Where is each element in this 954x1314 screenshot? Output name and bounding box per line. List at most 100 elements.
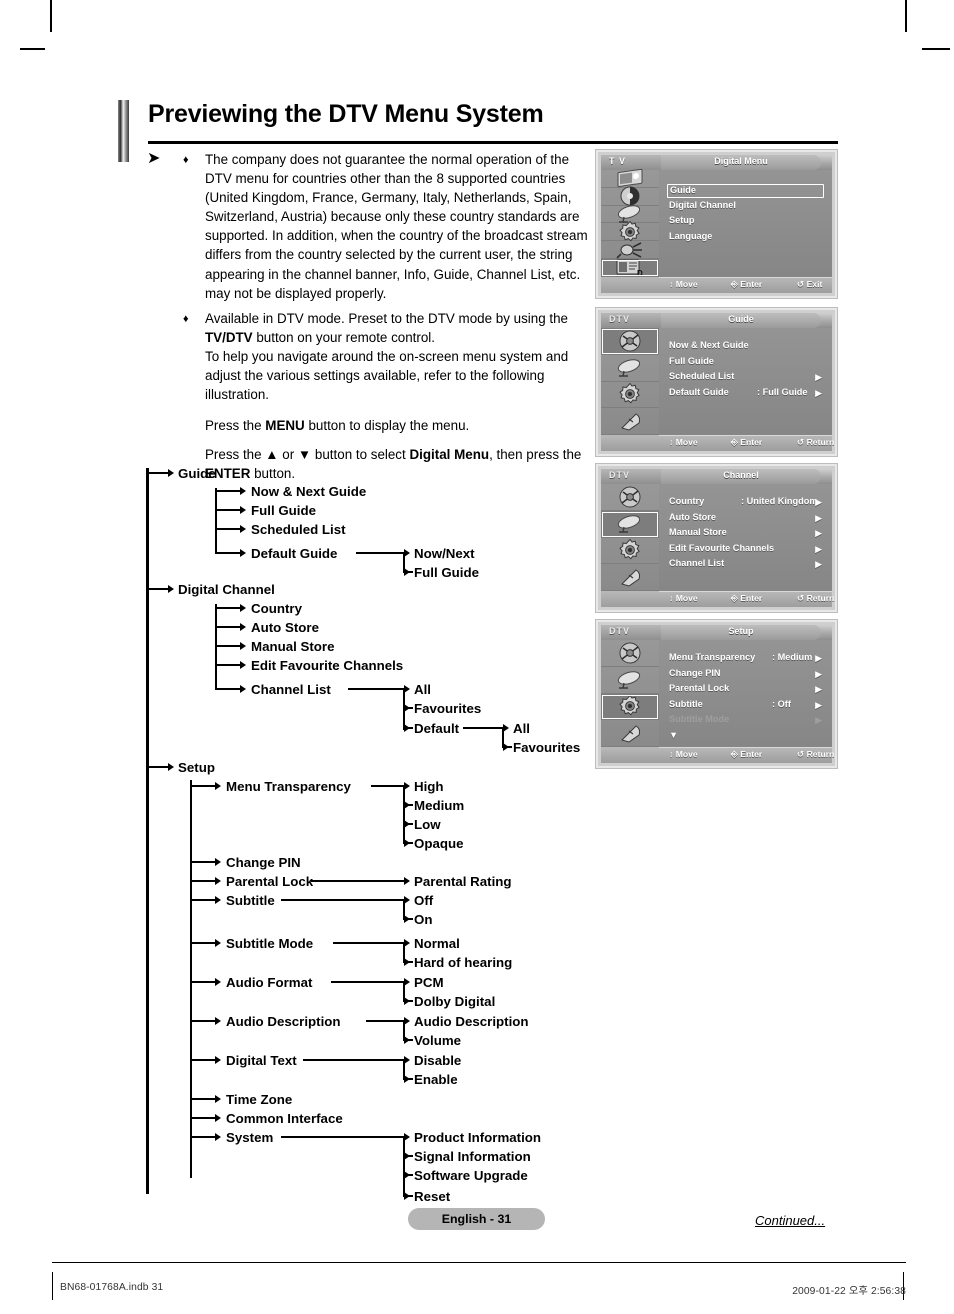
tv-screen-title: Digital Menu: [714, 156, 768, 166]
language-mouse-icon[interactable]: [601, 564, 659, 591]
tv-hint-icon: ↕: [669, 593, 676, 603]
tree-arrow-icon: [240, 685, 246, 693]
tv-menu-item-label: Country: [669, 496, 705, 506]
sound-icon[interactable]: [601, 186, 659, 206]
channel-dish-icon[interactable]: [601, 355, 659, 382]
tv-menu-item-label: Manual Store: [669, 527, 727, 537]
tree-node-common-interface: Common Interface: [226, 1111, 343, 1126]
tv-menu-list: Now & Next Guide Full Guide Scheduled List…: [659, 328, 832, 435]
tree-arrow-icon: [240, 525, 246, 533]
note-1-text: The company does not guarantee the norma…: [205, 152, 588, 301]
tv-menu-item[interactable]: Setup: [669, 215, 826, 230]
tv-hint-label: Enter: [740, 437, 763, 447]
tree-node-disable: Disable: [414, 1053, 462, 1068]
chevron-right-icon: ▶: [815, 512, 822, 523]
tree-arrow-icon: [215, 896, 221, 904]
tree-arrow-icon: [240, 642, 246, 650]
chevron-right-icon: ▶: [815, 543, 822, 554]
tv-menu-item[interactable]: Guide: [667, 184, 824, 198]
tree-node-parental-lock: Parental Lock: [226, 874, 314, 889]
tv-hint-icon: ⎆: [731, 437, 741, 447]
tree-arrow-icon: [404, 685, 410, 693]
tv-menu-item[interactable]: Channel List ▶: [669, 558, 826, 573]
channel-dish-icon[interactable]: [601, 510, 659, 538]
tv-hint-icon: ↕: [669, 749, 676, 759]
press-2-digitalmenu: Digital Menu: [409, 447, 490, 463]
tv-mode-label: DTV: [609, 470, 630, 480]
setup-gear-icon[interactable]: [601, 382, 659, 409]
tree-node-all: All: [414, 682, 431, 697]
tv-menu-item[interactable]: Full Guide: [669, 356, 826, 371]
tv-menu-item[interactable]: Auto Store ▶: [669, 512, 826, 527]
crop-mark-top-left: [50, 0, 52, 32]
tree-connector: [348, 688, 404, 690]
tree-connector: [281, 1136, 404, 1138]
tree-node-software-upgrade: Software Upgrade: [414, 1168, 528, 1183]
setup-gear-icon[interactable]: [601, 220, 659, 242]
tree-node-default-guide: Default Guide: [251, 546, 338, 561]
tree-arrow-icon: [404, 704, 410, 712]
tv-hint-icon: ↺: [797, 437, 807, 447]
guide-icon[interactable]: [601, 328, 659, 355]
tv-menu-item[interactable]: Subtitle Mode ▶: [669, 714, 826, 729]
tv-menu-item[interactable]: ▼: [669, 730, 826, 745]
crop-mark-left-top: [20, 48, 45, 50]
tree-arrow-icon: [240, 623, 246, 631]
tree-connector: [333, 942, 404, 944]
tv-menu-item[interactable]: Menu Transparency: Medium ▶: [669, 652, 826, 667]
tree-connector: [190, 785, 218, 787]
tree-node-subtitle-mode: Subtitle Mode: [226, 936, 314, 951]
tree-arrow-icon: [404, 1192, 410, 1200]
tree-arrow-icon: [240, 604, 246, 612]
tv-hint-label: Return: [806, 749, 835, 759]
tree-node-parental-rating: Parental Rating: [414, 874, 512, 889]
tv-icon-sidebar: [601, 640, 659, 747]
digital-menu-icon[interactable]: D: [601, 259, 659, 278]
tree-connector: [215, 688, 243, 690]
tree-node-menu-transparency: Menu Transparency: [226, 779, 351, 794]
tv-menu-item[interactable]: Default Guide: Full Guide ▶: [669, 387, 826, 402]
tree-arrow-icon: [215, 978, 221, 986]
tv-hint-icon: ↺: [797, 279, 807, 289]
setup-gear-icon[interactable]: [601, 538, 659, 565]
input-plug-icon[interactable]: [601, 241, 659, 260]
tree-node-reset: Reset: [414, 1189, 451, 1204]
tv-menu-item-label: Scheduled List: [669, 371, 735, 381]
tv-menu-item[interactable]: Scheduled List ▶: [669, 371, 826, 386]
tv-menu-item[interactable]: Subtitle: Off ▶: [669, 699, 826, 714]
tv-hint-icon: ⎆: [731, 749, 741, 759]
tv-menu-item[interactable]: Now & Next Guide: [669, 340, 826, 355]
language-mouse-icon[interactable]: [601, 720, 659, 747]
tree-node-signal-information: Signal Information: [414, 1149, 531, 1164]
tv-screen-content: DTV Guide Now & Next Guide Full Guide Schedu…: [601, 313, 834, 451]
tree-arrow-icon: [168, 763, 174, 771]
tree-node-system: System: [226, 1130, 274, 1145]
tv-screen-title: Setup: [728, 626, 754, 636]
tree-arrow-icon: [215, 877, 221, 885]
channel-dish-icon[interactable]: [601, 667, 659, 694]
tv-menu-item[interactable]: Parental Lock ▶: [669, 683, 826, 698]
tv-menu-item[interactable]: Edit Favourite Channels ▶: [669, 543, 826, 558]
tree-arrow-icon: [168, 469, 174, 477]
tree-node-channel-list: Channel List: [251, 682, 331, 697]
tree-node-manual-store: Manual Store: [251, 639, 335, 654]
tree-connector: [463, 727, 503, 729]
setup-gear-icon[interactable]: [601, 693, 659, 721]
language-mouse-icon[interactable]: [601, 408, 659, 435]
guide-icon[interactable]: [601, 484, 659, 511]
tv-hint-label: Move: [675, 437, 698, 447]
tv-menu-item[interactable]: Manual Store ▶: [669, 527, 826, 542]
tree-arrow-icon: [240, 487, 246, 495]
tv-hint-icon: ⎆: [731, 593, 741, 603]
tree-arrow-icon: [404, 839, 410, 847]
tree-arrow-icon: [404, 978, 410, 986]
tv-hint-move: ↕ Move: [669, 593, 698, 603]
guide-icon[interactable]: [601, 640, 659, 667]
tv-menu-item-label: Full Guide: [669, 355, 714, 366]
tree-node-default-all: All: [513, 721, 530, 736]
tv-menu-item[interactable]: Language: [669, 231, 826, 246]
tv-menu-item[interactable]: Change PIN ▶: [669, 668, 826, 683]
tv-menu-item[interactable]: Country: United Kingdom ▶: [669, 496, 826, 511]
tv-menu-item[interactable]: Digital Channel: [669, 200, 826, 215]
tv-screen-title: Guide: [728, 314, 754, 324]
